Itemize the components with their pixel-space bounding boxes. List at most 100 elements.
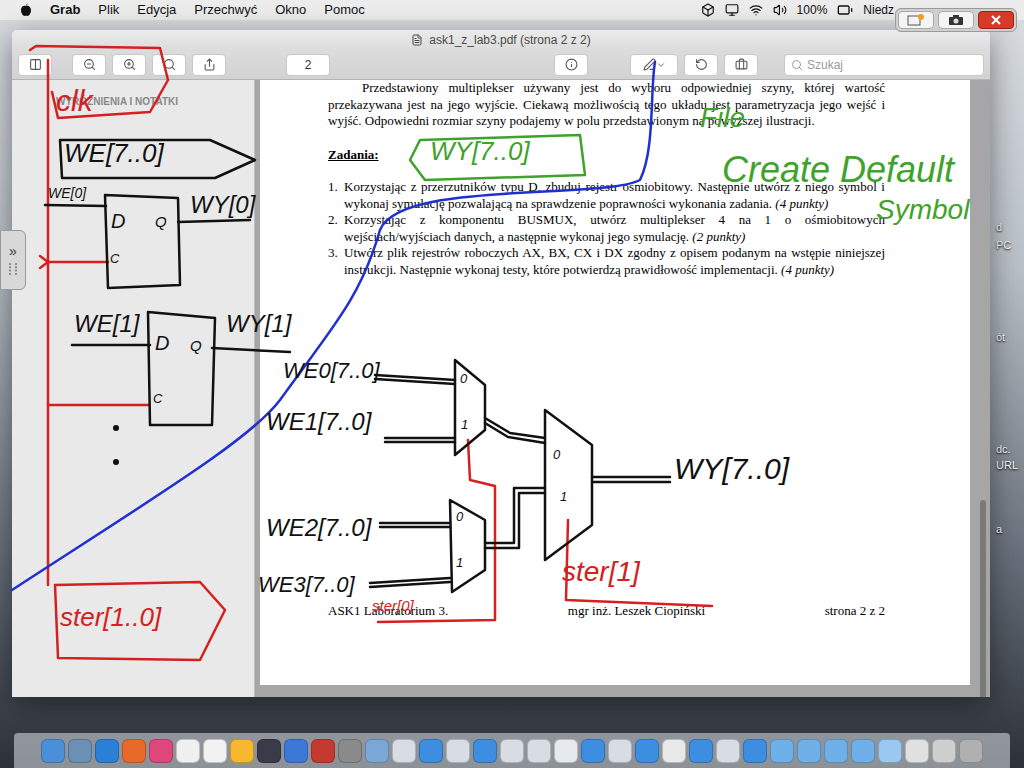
menu-item[interactable]: Przechwyć [194, 0, 257, 20]
ink-label: 0 [460, 372, 467, 385]
ink-label: WY[7..0] [674, 454, 789, 484]
dock-app-icon[interactable] [419, 739, 443, 763]
dock-app-icon[interactable] [770, 739, 794, 763]
document-area: Przedstawiony multiplekser używany jest … [255, 80, 990, 697]
dock-app-icon[interactable] [392, 739, 416, 763]
footer-text: strona 2 z 2 [825, 603, 885, 620]
sidebar: WYRÓŻNIENIA I NOTATKI [12, 80, 255, 697]
paragraph: Przedstawiony multiplekser używany jest … [328, 80, 885, 130]
menu-item[interactable]: Okno [275, 0, 306, 20]
dropbox-icon[interactable] [701, 3, 715, 17]
app-menu[interactable]: Grab [50, 0, 80, 20]
dock-app-icon[interactable] [500, 739, 524, 763]
dock-app-icon[interactable] [716, 739, 740, 763]
toolbox-button[interactable] [724, 54, 758, 76]
window-capture-button[interactable] [898, 11, 934, 29]
markup-button[interactable] [630, 54, 678, 76]
ink-label: Q [190, 338, 202, 353]
ink-label: ster[0] [372, 598, 414, 613]
ink-label: WE[0] [48, 186, 86, 200]
dock-app-icon[interactable] [635, 739, 659, 763]
dock-app-icon[interactable] [365, 739, 389, 763]
camera-icon [948, 14, 964, 26]
ink-label: WE3[7..0] [258, 574, 355, 596]
dock-app-icon[interactable] [41, 739, 65, 763]
search-field[interactable]: Szukaj [784, 54, 984, 76]
dock-app-icon[interactable] [662, 739, 686, 763]
ink-label: C [110, 252, 119, 265]
ink-label: WE2[7..0] [266, 516, 371, 540]
share-button[interactable] [192, 54, 226, 76]
dock-app-icon[interactable] [122, 739, 146, 763]
task-item: 1.Korzystając z przerzutników typu D, zb… [328, 179, 885, 212]
window-title: ask1_z_lab3.pdf (strona 2 z 2) [429, 31, 590, 49]
desktop-icon-label[interactable]: d [996, 220, 1002, 234]
menu-item[interactable]: Edycja [137, 0, 176, 20]
dock-app-icon[interactable] [284, 739, 308, 763]
battery-icon[interactable] [837, 2, 853, 18]
dock-app-icon[interactable] [203, 739, 227, 763]
zoom-out-button[interactable] [72, 54, 106, 76]
dock-app-icon[interactable] [878, 739, 902, 763]
dock-app-icon[interactable] [824, 739, 848, 763]
dock-app-icon[interactable] [176, 739, 200, 763]
footer-text: ASK1 Laboratorium 3. [328, 603, 448, 620]
dock-app-icon[interactable] [581, 739, 605, 763]
close-button[interactable] [978, 11, 1014, 29]
menu-bar: GrabPlikEdycjaPrzechwyćOknoPomoc100%Nied… [0, 0, 1024, 20]
dock-app-icon[interactable] [851, 739, 875, 763]
ink-label: 1 [461, 418, 468, 431]
dock-app-icon[interactable] [932, 739, 956, 763]
display-icon[interactable] [725, 3, 739, 17]
pdf-page: Przedstawiony multiplekser używany jest … [260, 80, 970, 685]
ink-label: WY[1] [226, 312, 291, 336]
page-field[interactable]: 2 [286, 54, 330, 76]
desktop-icon-label[interactable]: ót [996, 330, 1005, 344]
wifi-icon[interactable] [749, 3, 763, 17]
side-handle[interactable]: » [0, 230, 26, 290]
dock-app-icon[interactable] [743, 739, 767, 763]
ink-label: D [155, 333, 169, 353]
dock-app-icon[interactable] [446, 739, 470, 763]
dock-app-icon[interactable] [689, 739, 713, 763]
info-button[interactable] [554, 54, 588, 76]
dock-app-icon[interactable] [338, 739, 362, 763]
grip-icon [8, 262, 18, 276]
desktop-icon-label[interactable]: URL [996, 458, 1018, 472]
zoom-button[interactable] [152, 54, 186, 76]
dock-app-icon[interactable] [230, 739, 254, 763]
desktop-icon-label[interactable]: dc. [996, 442, 1011, 456]
dock-app-icon[interactable] [95, 739, 119, 763]
desktop-icon-label[interactable]: PC [996, 238, 1011, 252]
dock-app-icon[interactable] [311, 739, 335, 763]
desktop-icon-label[interactable]: a [996, 522, 1002, 536]
apple-icon[interactable] [20, 3, 32, 17]
zoom-in-button[interactable] [112, 54, 146, 76]
ink-label: WY[7..0] [430, 138, 530, 164]
ink-label: ster[1..0] [60, 604, 161, 630]
ink-label: Symbol [876, 196, 969, 224]
dock-app-icon[interactable] [257, 739, 281, 763]
grab-toolbar [895, 8, 1017, 32]
dock-app-icon[interactable] [554, 739, 578, 763]
dock-app-icon[interactable] [527, 739, 551, 763]
dock-app-icon[interactable] [473, 739, 497, 763]
search-icon [791, 59, 803, 71]
dock-app-icon[interactable] [68, 739, 92, 763]
camera-button[interactable] [938, 11, 974, 29]
menu-item[interactable]: Pomoc [324, 0, 364, 20]
dock-app-icon[interactable] [149, 739, 173, 763]
menu-item[interactable]: Plik [98, 0, 119, 20]
dock-app-icon[interactable] [959, 739, 983, 763]
volume-icon[interactable] [773, 3, 787, 17]
page-footer: ASK1 Laboratorium 3.mgr inż. Leszek Ciop… [328, 603, 885, 620]
clock[interactable]: Niedz [863, 1, 894, 19]
rotate-button[interactable] [684, 54, 718, 76]
scrollbar[interactable] [980, 500, 986, 697]
dock-app-icon[interactable] [797, 739, 821, 763]
preview-window: ask1_z_lab3.pdf (strona 2 z 2) 2 Szukaj WYR… [12, 30, 990, 697]
dock-app-icon[interactable] [608, 739, 632, 763]
dock-app-icon[interactable] [905, 739, 929, 763]
sidebar-button[interactable] [18, 54, 52, 76]
desktop: GrabPlikEdycjaPrzechwyćOknoPomoc100%Nied… [0, 0, 1024, 768]
